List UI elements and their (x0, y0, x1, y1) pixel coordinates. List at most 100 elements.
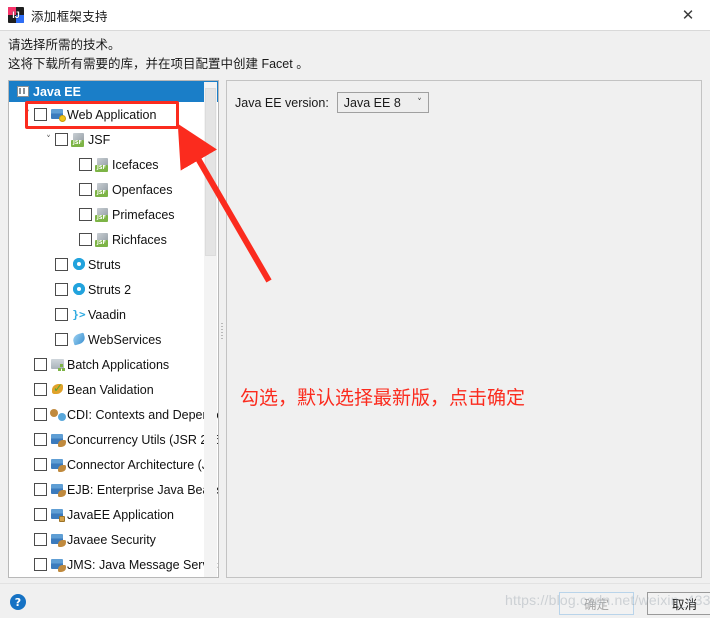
tree-item-label: EJB: Enterprise Java Beans (67, 482, 219, 497)
tree-item[interactable]: ˅ Web Application (9, 102, 218, 127)
tree-item[interactable]: ˅Javaee Security (9, 527, 218, 552)
tree-scrollbar-thumb[interactable] (205, 88, 216, 256)
tree-item[interactable]: ˅}>Vaadin (9, 302, 218, 327)
java-ee-version-row: Java EE version: Java EE 8 ˅ (235, 92, 429, 113)
tree-item[interactable]: ˅Bean Validation (9, 377, 218, 402)
tree-item-checkbox[interactable] (34, 383, 47, 396)
tree-item-label: WebServices (88, 332, 162, 347)
tree-item-label: Connector Architecture (JS (67, 457, 217, 472)
tree-item-label: Java EE (33, 84, 81, 99)
instructions-line-1: 请选择所需的技术。 (8, 38, 121, 52)
tree-item[interactable]: ˅ JSF (9, 127, 218, 152)
tree-item[interactable]: ˅Richfaces (9, 227, 218, 252)
tree-item[interactable]: ˅Primefaces (9, 202, 218, 227)
tree-item-checkbox[interactable] (79, 208, 92, 221)
bean-icon (50, 381, 66, 397)
tree-item[interactable]: ˅Openfaces (9, 177, 218, 202)
webservices-icon (71, 332, 87, 347)
instructions-line-2: 这将下载所有需要的库，并在项目配置中创建 Facet 。 (8, 57, 309, 71)
jsf-icon (95, 157, 111, 172)
tree-item-label: Struts 2 (88, 282, 132, 297)
tree-item[interactable]: ˅JavaEE Application (9, 502, 218, 527)
tree-item[interactable]: ˅Batch Applications (9, 352, 218, 377)
framework-tree[interactable]: Java EE ˅ Web Application ˅ JSF ˅Icefaces˅Ope… (9, 81, 219, 578)
batch-icon (50, 357, 66, 372)
tree-item-label: CDI: Contexts and Dependen (67, 407, 219, 422)
tree-item-label: Concurrency Utils (JSR 236) (67, 432, 219, 447)
tree-vertical-scrollbar[interactable] (204, 82, 217, 577)
tree-item[interactable]: ˅Concurrency Utils (JSR 236) (9, 427, 219, 452)
tree-item-checkbox[interactable] (79, 233, 92, 246)
expand-collapse-icon[interactable]: ˅ (21, 110, 34, 120)
blue-bean-icon (50, 482, 66, 497)
tree-item-checkbox[interactable] (34, 433, 47, 446)
tree-item-label: Richfaces (112, 232, 167, 247)
tree-item-checkbox[interactable] (55, 133, 68, 146)
tree-item-checkbox[interactable] (79, 158, 92, 171)
tree-item-checkbox[interactable] (34, 533, 47, 546)
tree-item[interactable]: ˅Connector Architecture (JS (9, 452, 218, 477)
java-ee-version-value: Java EE 8 (343, 95, 401, 110)
blue-bean-icon (50, 557, 66, 572)
tree-item-label: Batch Applications (67, 357, 170, 372)
tree-item-checkbox[interactable] (34, 508, 47, 521)
tree-item-checkbox[interactable] (79, 183, 92, 196)
jsf-icon (95, 232, 111, 247)
tree-item-checkbox[interactable] (55, 333, 68, 346)
tree-item[interactable]: ˅CDI: Contexts and Dependen (9, 402, 219, 427)
close-icon[interactable]: ✕ (666, 0, 710, 29)
ok-button[interactable]: 确定 (559, 592, 634, 615)
window-title: 添加框架支持 (31, 9, 108, 24)
splitter-grip-icon (221, 323, 223, 339)
tree-item-label: JavaEE Application (67, 507, 175, 522)
tree-item[interactable]: ˅EJB: Enterprise Java Beans (9, 477, 219, 502)
framework-detail-panel: Java EE version: Java EE 8 ˅ (226, 80, 702, 578)
tree-item-label: Primefaces (112, 207, 175, 222)
panel-splitter[interactable] (219, 80, 225, 578)
instructions-block: 请选择所需的技术。 这将下载所有需要的库，并在项目配置中创建 Facet 。 (8, 36, 688, 74)
tree-item-checkbox[interactable] (55, 308, 68, 321)
tree-item-checkbox[interactable] (34, 108, 47, 121)
tree-item-label: Openfaces (112, 182, 173, 197)
tree-item[interactable]: Java EE (9, 81, 218, 102)
tree-item-label: JSF (88, 132, 111, 147)
tree-item-label: Vaadin (88, 307, 126, 322)
tree-item-checkbox[interactable] (34, 458, 47, 471)
jsf-icon (95, 182, 111, 197)
tree-item[interactable]: ˅JSON Binding (9, 577, 219, 578)
title-bar: IJ 添加框架支持 ✕ (0, 0, 710, 31)
tree-item-checkbox[interactable] (55, 283, 68, 296)
tree-item-checkbox[interactable] (34, 358, 47, 371)
blue-bean-icon (50, 532, 66, 547)
cancel-button[interactable]: 取消 (647, 592, 710, 615)
tree-item-label: Struts (88, 257, 121, 272)
tree-item-checkbox[interactable] (34, 408, 47, 421)
jsf-icon (95, 207, 111, 222)
add-frameworks-support-dialog: IJ 添加框架支持 ✕ 请选择所需的技术。 这将下载所有需要的库，并在项目配置中… (0, 0, 710, 618)
app-icon-glyph: IJ (12, 10, 20, 20)
tree-item[interactable]: ˅Struts (9, 252, 218, 277)
struts-icon (71, 282, 87, 297)
tree-item[interactable]: ˅JMS: Java Message Service (9, 552, 219, 577)
blue-bean-icon (50, 457, 66, 472)
webapp-icon (50, 107, 66, 122)
jsf-icon (71, 132, 87, 147)
tree-item-checkbox[interactable] (34, 558, 47, 571)
expand-collapse-icon[interactable]: ˅ (42, 135, 55, 145)
intellij-idea-icon: IJ (8, 7, 24, 23)
tree-item[interactable]: ˅Struts 2 (9, 277, 218, 302)
tree-item-label: Bean Validation (67, 382, 154, 397)
help-icon[interactable]: ? (10, 594, 26, 610)
tree-item[interactable]: ˅WebServices (9, 327, 218, 352)
java-ee-version-select[interactable]: Java EE 8 ˅ (336, 92, 429, 113)
tree-item-label: Web Application (67, 107, 157, 122)
struts-icon (71, 257, 87, 272)
javaee-icon (17, 86, 29, 97)
tree-item-checkbox[interactable] (55, 258, 68, 271)
java-ee-version-label: Java EE version: (235, 95, 329, 110)
framework-tree-panel[interactable]: Java EE ˅ Web Application ˅ JSF ˅Icefaces˅Ope… (8, 80, 219, 578)
tree-item-label: JMS: Java Message Service (67, 557, 219, 572)
vaadin-icon: }> (72, 308, 86, 321)
tree-item[interactable]: ˅Icefaces (9, 152, 218, 177)
tree-item-checkbox[interactable] (34, 483, 47, 496)
